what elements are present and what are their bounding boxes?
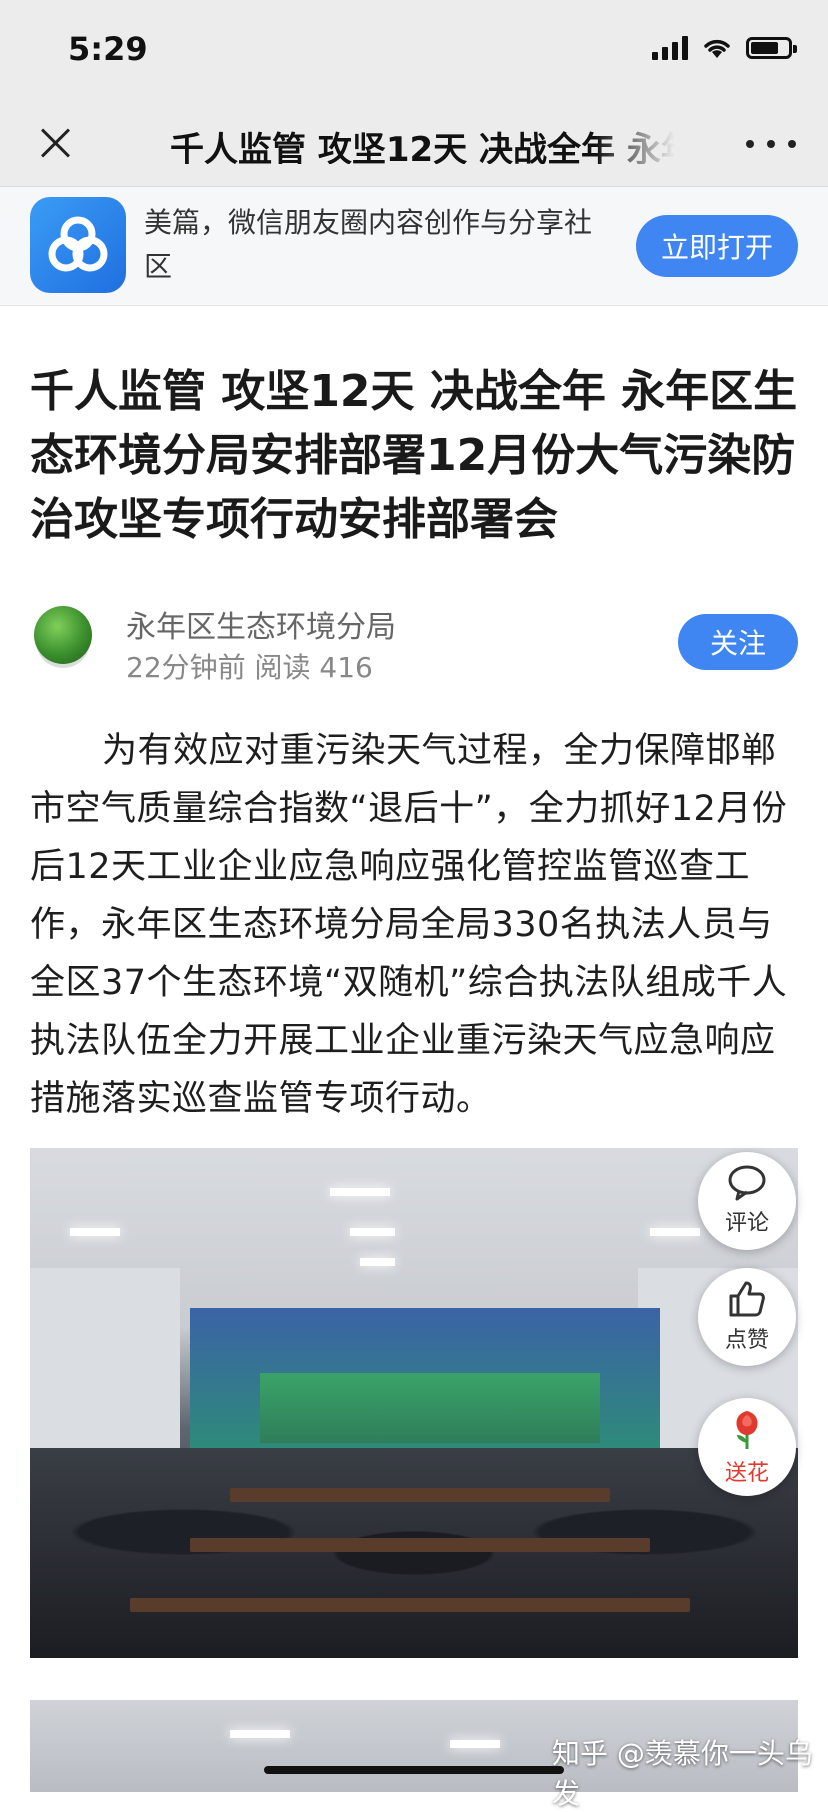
ceiling-light: [650, 1228, 700, 1236]
wifi-icon: [704, 39, 730, 58]
meipian-logo-icon: [30, 197, 126, 293]
app-open-banner: 美篇，微信朋友圈内容创作与分享社区 立即打开: [0, 187, 828, 306]
battery-icon: [746, 37, 797, 59]
battery-fill: [751, 42, 778, 54]
more-options-icon[interactable]: [746, 126, 796, 162]
comment-icon: [728, 1165, 766, 1201]
home-indicator[interactable]: [264, 1766, 564, 1774]
status-bar: 5:29: [0, 0, 828, 100]
ceiling-light: [230, 1730, 290, 1738]
close-icon[interactable]: [30, 118, 80, 168]
article-meta: 22分钟前 阅读 416: [126, 651, 373, 684]
flower-icon: [736, 1411, 758, 1449]
ceiling-light: [70, 1228, 120, 1236]
nav-bar: 千人监管 攻坚12天 决战全年 永年区: [0, 100, 828, 187]
ceiling-light: [360, 1258, 395, 1266]
like-button[interactable]: 点赞: [698, 1268, 796, 1366]
ceiling-light: [330, 1188, 390, 1196]
desk-row: [130, 1598, 690, 1612]
banner-description: 美篇，微信朋友圈内容创作与分享社区: [144, 206, 593, 283]
comment-button[interactable]: 评论: [698, 1152, 796, 1250]
desk-row: [230, 1488, 610, 1502]
status-time: 5:29: [68, 30, 148, 68]
article-body: 为有效应对重污染天气过程，全力保障邯郸市空气质量综合指数“退后十”，全力抓好12…: [30, 731, 788, 1119]
cellular-signal-icon: [652, 36, 688, 60]
audience: [30, 1448, 798, 1658]
status-icons: [652, 34, 797, 62]
open-app-button[interactable]: 立即打开: [636, 215, 798, 277]
author-name[interactable]: 永年区生态环境分局: [126, 602, 396, 646]
ceiling-light: [350, 1228, 395, 1236]
desk-row: [190, 1538, 650, 1552]
like-label: 点赞: [724, 1328, 769, 1353]
follow-button[interactable]: 关注: [678, 614, 798, 670]
meeting-photo[interactable]: [30, 1148, 798, 1658]
zhihu-watermark: 知乎 @羡慕你一头乌发: [552, 1737, 813, 1810]
flower-label: 送花: [724, 1461, 769, 1486]
thumbs-up-icon: [729, 1281, 765, 1317]
avatar[interactable]: [34, 606, 92, 664]
article-title: 千人监管 攻坚12天 决战全年 永年区生态环境分局安排部署12月份大气污染防治攻…: [30, 366, 798, 545]
stage-banner: [260, 1373, 600, 1443]
nav-title: 千人监管 攻坚12天 决战全年 永年区: [170, 122, 675, 164]
comment-label: 评论: [724, 1211, 769, 1236]
send-flower-button[interactable]: 送花: [698, 1398, 796, 1496]
ceiling-light: [450, 1740, 500, 1748]
